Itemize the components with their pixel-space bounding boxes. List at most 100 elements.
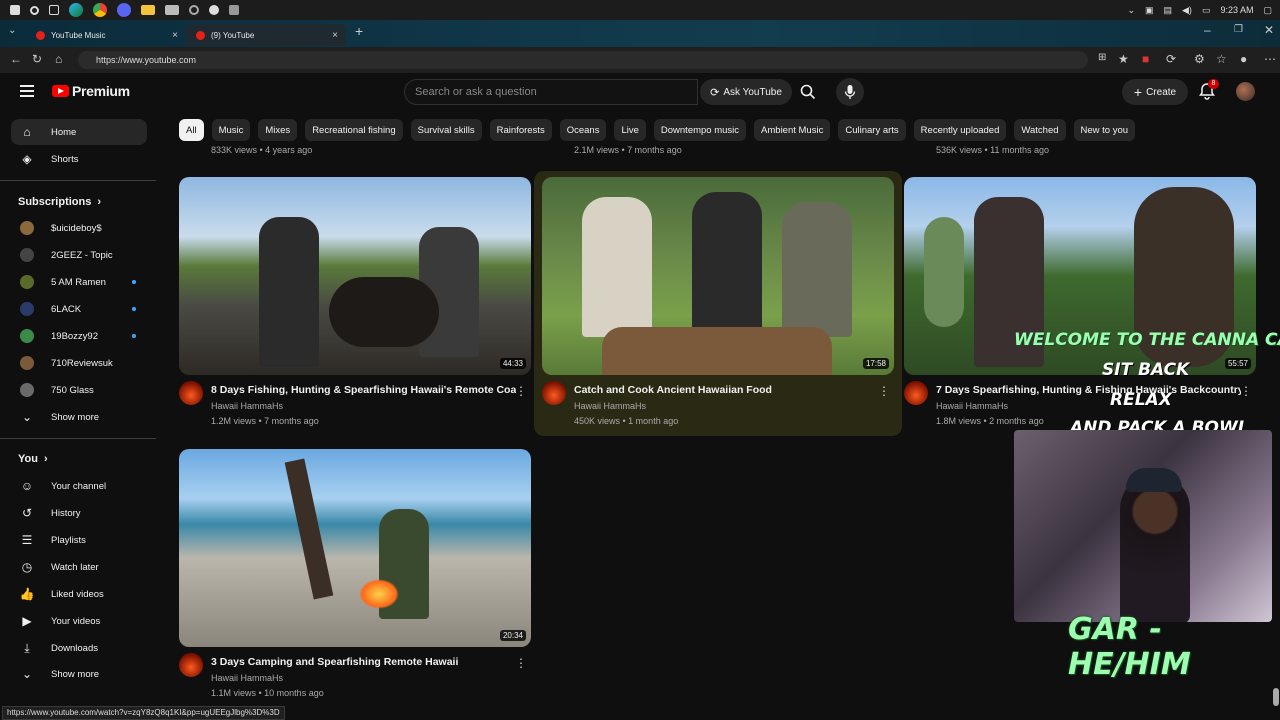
windows-start-icon[interactable] <box>10 5 20 15</box>
browser-menu-icon[interactable]: ⋯ <box>1264 52 1276 66</box>
video-title[interactable]: Catch and Cook Ancient Hawaiian Food <box>574 384 879 396</box>
sidebar-item-like[interactable]: 👍 Liked videos <box>11 581 147 607</box>
chevron-up-icon[interactable]: ⌄ <box>1127 5 1135 16</box>
you-heading[interactable]: You › <box>18 453 48 465</box>
more-options-icon[interactable]: ⋮ <box>1240 384 1252 398</box>
notification-center-icon[interactable]: ▢ <box>1263 5 1272 16</box>
search-icon[interactable] <box>30 5 39 15</box>
filter-chip[interactable]: Oceans <box>559 119 607 141</box>
youtube-premium-logo[interactable]: Premium <box>52 83 130 99</box>
search-button[interactable] <box>794 79 822 105</box>
sidebar-item-history[interactable]: ↺ History <box>11 500 147 526</box>
filter-chip[interactable]: Mixes <box>258 119 298 141</box>
filter-chip[interactable]: Watched <box>1014 119 1066 141</box>
close-window-icon[interactable]: ✕ <box>1264 23 1274 37</box>
channel-name[interactable]: Hawaii HammaHs <box>211 673 283 683</box>
refresh-icon[interactable]: ↻ <box>32 52 42 66</box>
extension-icon-3[interactable]: ⚙ <box>1194 52 1205 66</box>
video-title[interactable]: 3 Days Camping and Spearfishing Remote H… <box>211 656 516 668</box>
filter-chip[interactable]: Culinary arts <box>838 119 906 141</box>
network-icon[interactable]: ▤ <box>1164 5 1173 16</box>
filter-chip[interactable]: Rainforests <box>489 119 552 141</box>
back-icon[interactable]: ← <box>10 52 22 66</box>
channel-avatar[interactable] <box>542 381 566 405</box>
channel-name[interactable]: Hawaii HammaHs <box>211 401 283 411</box>
settings-icon[interactable] <box>189 5 199 15</box>
filter-chip[interactable]: Music <box>211 119 251 141</box>
filter-chip[interactable]: Downtempo music <box>653 119 747 141</box>
media-icon[interactable] <box>229 5 239 15</box>
video-card[interactable]: 44:33 8 Days Fishing, Hunting & Spearfis… <box>179 177 531 426</box>
video-thumbnail[interactable]: 17:58 <box>542 177 894 375</box>
show-more-you[interactable]: ⌄ Show more <box>11 661 147 687</box>
home-browser-icon[interactable]: ⌂ <box>55 52 62 66</box>
maximize-icon[interactable]: ❐ <box>1234 24 1243 35</box>
channel-name[interactable]: Hawaii HammaHs <box>574 401 646 411</box>
filter-chip[interactable]: Recently uploaded <box>913 119 1007 141</box>
channel-avatar[interactable] <box>179 381 203 405</box>
address-bar[interactable]: https://www.youtube.com <box>78 51 1088 69</box>
sidebar-subscription[interactable]: 2GEEZ - Topic <box>11 242 147 268</box>
chrome-icon[interactable] <box>93 3 107 17</box>
video-card[interactable]: 17:58 Catch and Cook Ancient Hawaiian Fo… <box>542 177 894 426</box>
more-options-icon[interactable]: ⋮ <box>515 656 527 670</box>
filter-chip[interactable]: Survival skills <box>410 119 482 141</box>
extensions-icon[interactable]: ⊞ <box>1098 52 1106 63</box>
sidebar-item-watch-later[interactable]: ◷ Watch later <box>11 554 147 580</box>
sidebar-item-home[interactable]: ⌂ Home <box>11 119 147 145</box>
clock[interactable]: 9:23 AM <box>1220 5 1253 15</box>
sidebar-subscription[interactable]: 750 Glass <box>11 377 147 403</box>
collections-icon[interactable]: ☆ <box>1216 52 1227 66</box>
file-explorer-icon[interactable] <box>141 5 155 15</box>
close-tab-icon[interactable]: × <box>172 30 178 41</box>
channel-avatar[interactable] <box>179 653 203 677</box>
tab-list-icon[interactable]: ⌄ <box>8 25 16 36</box>
filter-chip[interactable]: New to you <box>1073 119 1136 141</box>
profile-icon[interactable]: ● <box>1240 52 1247 66</box>
sidebar-item-playlists[interactable]: ☰ Playlists <box>11 527 147 553</box>
ask-youtube-button[interactable]: ⟳ Ask YouTube <box>700 79 792 105</box>
extension-icon[interactable]: ■ <box>1142 52 1149 66</box>
app-icon[interactable] <box>165 5 179 15</box>
sidebar-item-shorts[interactable]: ◈ Shorts <box>11 146 147 172</box>
sidebar-item-channel[interactable]: ☺ Your channel <box>11 473 147 499</box>
video-title[interactable]: 7 Days Spearfishing, Hunting & Fishing H… <box>936 384 1241 396</box>
discord-icon[interactable] <box>117 3 131 17</box>
tab-youtube[interactable]: (9) YouTube × <box>186 24 346 46</box>
more-options-icon[interactable]: ⋮ <box>515 384 527 398</box>
scrollbar-thumb[interactable] <box>1273 688 1279 706</box>
channel-avatar[interactable] <box>904 381 928 405</box>
sidebar-subscription[interactable]: 6LACK <box>11 296 147 322</box>
video-card[interactable]: 20:34 3 Days Camping and Spearfishing Re… <box>179 449 531 698</box>
sidebar-item-download[interactable]: ⤓ Downloads <box>11 635 147 661</box>
sidebar-subscription[interactable]: $uicideboy$ <box>11 215 147 241</box>
video-thumbnail[interactable]: 44:33 <box>179 177 531 375</box>
filter-chip[interactable]: Live <box>614 119 646 141</box>
video-thumbnail[interactable]: 20:34 <box>179 449 531 647</box>
sidebar-subscription[interactable]: 710Reviewsuk <box>11 350 147 376</box>
tray-app-icon[interactable]: ▣ <box>1145 5 1154 16</box>
show-more-subscriptions[interactable]: ⌄ Show more <box>11 404 147 430</box>
video-title[interactable]: 8 Days Fishing, Hunting & Spearfishing H… <box>211 384 516 396</box>
task-view-icon[interactable] <box>49 5 59 15</box>
minimize-icon[interactable]: – <box>1204 23 1211 37</box>
volume-icon[interactable]: ◀) <box>1182 5 1192 16</box>
obs-icon[interactable] <box>209 5 219 15</box>
tab-youtube-music[interactable]: YouTube Music × <box>26 24 186 46</box>
hamburger-menu-icon[interactable] <box>20 85 34 97</box>
filter-chip[interactable]: Recreational fishing <box>305 119 403 141</box>
sidebar-subscription[interactable]: 19Bozzy92 <box>11 323 147 349</box>
edge-browser-icon[interactable] <box>69 3 83 17</box>
channel-name[interactable]: Hawaii HammaHs <box>936 401 1008 411</box>
filter-chip[interactable]: All <box>179 119 204 141</box>
battery-icon[interactable]: ▭ <box>1202 5 1211 16</box>
new-tab-icon[interactable]: + <box>355 23 363 39</box>
subscriptions-heading[interactable]: Subscriptions › <box>18 196 101 208</box>
filter-chip[interactable]: Ambient Music <box>754 119 831 141</box>
sidebar-subscription[interactable]: 5 AM Ramen <box>11 269 147 295</box>
search-input[interactable]: Search or ask a question <box>404 79 698 105</box>
close-tab-icon[interactable]: × <box>332 30 338 41</box>
create-button[interactable]: + Create <box>1122 79 1188 105</box>
voice-search-button[interactable] <box>836 78 864 106</box>
favorite-star-icon[interactable]: ★ <box>1118 52 1129 66</box>
